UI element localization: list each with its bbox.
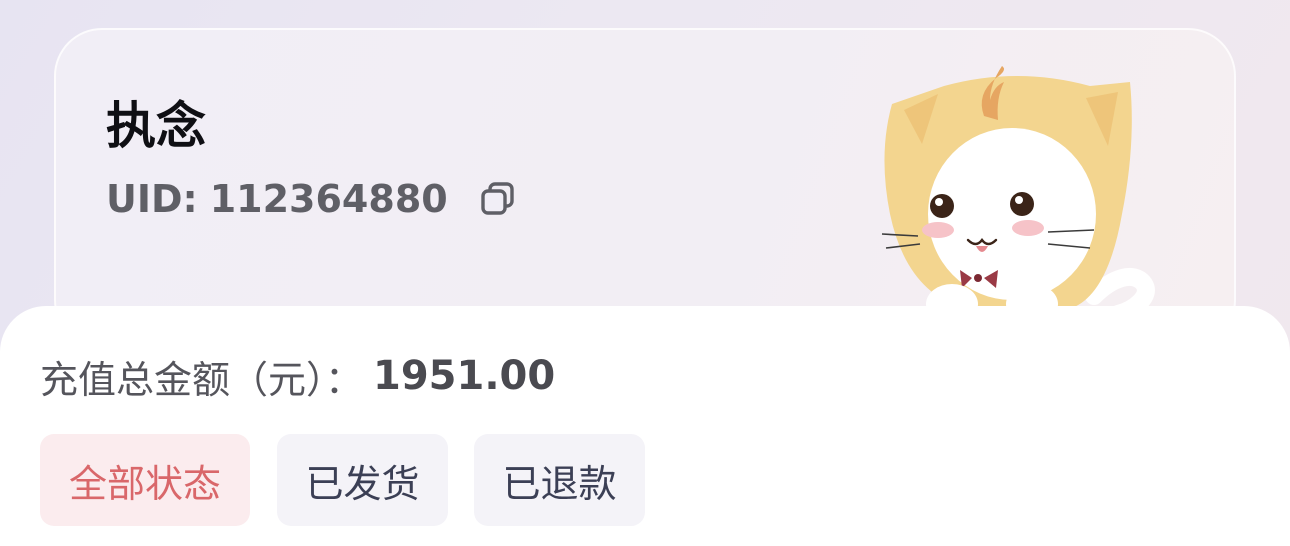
uid-value: 112364880	[209, 177, 448, 221]
recharge-total-label: 充值总金额（元）：	[40, 357, 364, 402]
user-name: 执念	[106, 97, 206, 155]
filter-tab-all-status[interactable]: 全部状态	[40, 434, 250, 526]
recharge-total-row: 充值总金额（元）： 1951.00	[40, 348, 555, 404]
filter-tab-refunded[interactable]: 已退款	[474, 434, 645, 526]
copy-icon	[481, 182, 514, 215]
uid-label: UID:	[106, 177, 198, 221]
recharge-total-value: 1951.00	[373, 353, 556, 399]
uid-row: UID: 112364880	[106, 176, 518, 222]
filter-tab-shipped[interactable]: 已发货	[277, 434, 448, 526]
copy-uid-button[interactable]	[478, 179, 518, 219]
cat-mascot-illustration	[881, 66, 1155, 324]
